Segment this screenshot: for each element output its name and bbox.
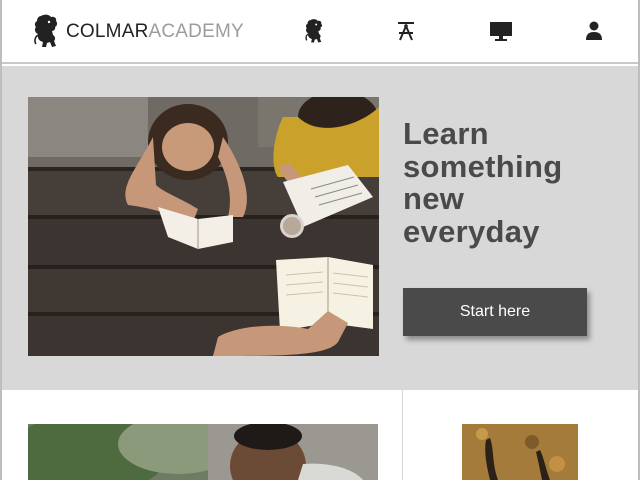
hero-title-line-1: Learn (403, 116, 489, 151)
hero-photo (28, 97, 379, 356)
brand-link[interactable]: COLMARACADEMY (32, 12, 244, 50)
hero-title-line-3: new (403, 181, 465, 216)
hero-title-line-4: everyday (403, 213, 540, 249)
nav-lion-icon[interactable] (302, 18, 326, 44)
hero-section: Learn something new everyday Start here (2, 66, 638, 390)
content-section (2, 390, 638, 480)
student-portrait-photo (28, 424, 378, 480)
site-header: COLMARACADEMY (2, 0, 638, 64)
nav-user-icon[interactable] (583, 18, 605, 44)
start-here-button[interactable]: Start here (403, 288, 587, 336)
hero-title: Learn something new everyday (403, 116, 613, 249)
autumn-leaves-photo (462, 424, 578, 480)
hero-title-line-2: something (403, 148, 563, 184)
section-divider (402, 390, 403, 480)
brand-name: COLMARACADEMY (66, 22, 244, 41)
brand-name-part2: ACADEMY (148, 20, 244, 42)
brand-name-part1: COLMAR (66, 20, 149, 42)
lion-logo-icon (34, 14, 58, 47)
nav-compass-icon[interactable] (394, 18, 418, 44)
nav-monitor-icon[interactable] (488, 18, 514, 44)
